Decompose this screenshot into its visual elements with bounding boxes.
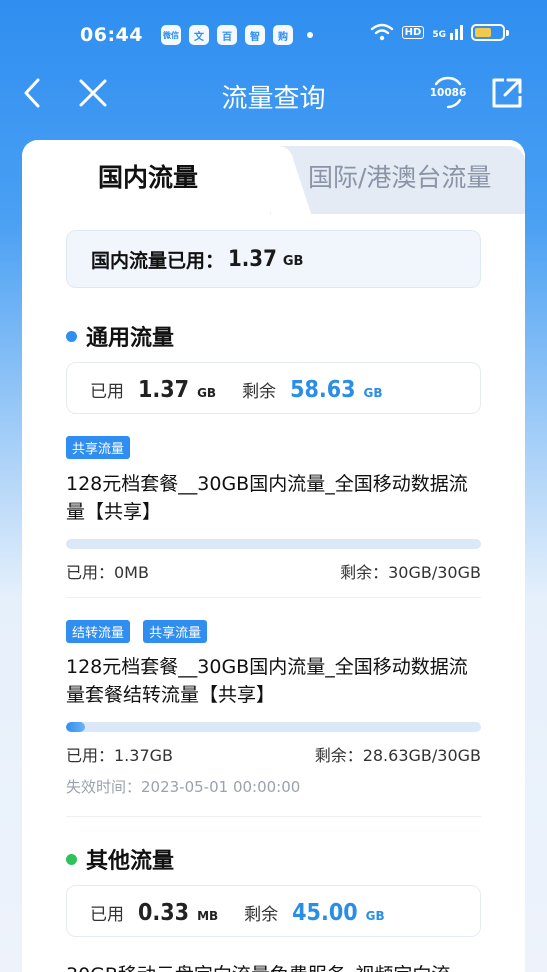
other-used-unit: MB [197, 909, 219, 923]
other-remain-unit: GB [365, 909, 385, 923]
baidu-icon: 百 [216, 25, 237, 45]
general-section-header: 通用流量 [66, 320, 174, 352]
summary-label: 国内流量已用： [91, 249, 225, 272]
battery-icon [471, 23, 509, 41]
status-right: HD 5G [370, 22, 509, 42]
package-1-name: 128元档套餐__30GB国内流量_全国移动数据流量【共享】 [66, 473, 468, 523]
general-used-unit: GB [197, 386, 217, 400]
other-section-header: 其他流量 [66, 843, 174, 875]
other-item-name: 30GB移动云盘定向流量免费服务_视频定向流 [66, 960, 450, 972]
general-usage-box: 已用 1.37 GB 剩余 58.63 GB [66, 362, 481, 414]
general-section-title: 通用流量 [86, 326, 175, 351]
other-section-title: 其他流量 [86, 849, 175, 874]
general-used-label: 已用 [90, 382, 124, 402]
package-2-progress-bar [66, 722, 481, 732]
other-used-label: 已用 [90, 905, 124, 925]
shopping-app-icon: 购 [272, 25, 293, 45]
package-2-values: 已用：1.37GB 剩余：28.63GB/30GB [66, 742, 481, 766]
other-dot-icon [66, 853, 77, 865]
hotline-label: 10086 [430, 87, 467, 99]
status-notification-icons: 微信 文 百 智 购 [160, 25, 293, 45]
package-1-progress-bar [66, 539, 481, 549]
wifi-icon [370, 23, 393, 41]
translate-app-icon: 文 [188, 25, 209, 45]
package-2-tags: 结转流量 共享流量 [66, 620, 215, 643]
general-dot-icon [66, 330, 77, 342]
other-remain-label: 剩余 [244, 905, 279, 925]
other-usage-box: 已用 0.33 MB 剩余 45.00 GB [66, 885, 481, 937]
carryover-traffic-tag: 结转流量 [66, 620, 131, 643]
shared-traffic-tag: 共享流量 [66, 436, 131, 459]
package-1-tags: 共享流量 [66, 436, 138, 459]
general-remain-value: 58.63 [290, 377, 356, 403]
summary-unit: GB [282, 253, 304, 269]
summary-value: 1.37 [228, 246, 277, 272]
zhi-app-icon: 智 [244, 25, 265, 45]
hd-icon: HD [401, 25, 425, 39]
package-1-used: 已用：0MB [66, 563, 149, 582]
status-bar: 06:44 微信 文 百 智 购 HD 5G [0, 0, 547, 70]
package-2-expire-time: 失效时间：2023-05-01 00:00:00 [66, 778, 301, 796]
wechat-icon: 微信 [160, 25, 181, 45]
tab-international[interactable]: 国际/港澳台流量 [308, 158, 491, 194]
domestic-usage-summary: 国内流量已用： 1.37 GB [66, 230, 481, 288]
package-2-progress-fill [66, 722, 85, 732]
general-remain-unit: GB [363, 386, 383, 400]
other-used-value: 0.33 [138, 900, 190, 926]
package-2-remain: 剩余：28.63GB/30GB [314, 746, 481, 765]
package-1-remain: 剩余：30GB/30GB [340, 563, 481, 582]
tab-bar: 国内流量 国际/港澳台流量 [22, 140, 525, 214]
status-time: 06:44 [80, 24, 143, 46]
hotline-10086-icon[interactable]: 10086 [428, 72, 468, 112]
other-remain-value: 45.00 [292, 900, 358, 926]
divider [66, 597, 481, 598]
package-2-name: 128元档套餐__30GB国内流量_全国移动数据流量套餐结转流量【共享】 [66, 656, 468, 706]
general-used-value: 1.37 [138, 377, 190, 403]
share-icon[interactable] [490, 76, 524, 110]
signal-icon: 5G [432, 24, 463, 40]
more-notifications-dot [306, 32, 313, 38]
package-1-values: 已用：0MB 剩余：30GB/30GB [66, 559, 481, 583]
traffic-card: 国内流量 国际/港澳台流量 国内流量已用： 1.37 GB 通用流量 已用 1.… [22, 140, 525, 972]
package-2-used: 已用：1.37GB [66, 746, 174, 765]
shared-traffic-tag: 共享流量 [143, 620, 208, 643]
divider [66, 816, 481, 817]
general-remain-label: 剩余 [242, 382, 277, 402]
tab-domestic[interactable]: 国内流量 [98, 158, 198, 194]
nav-bar: 流量查询 10086 [0, 70, 547, 116]
